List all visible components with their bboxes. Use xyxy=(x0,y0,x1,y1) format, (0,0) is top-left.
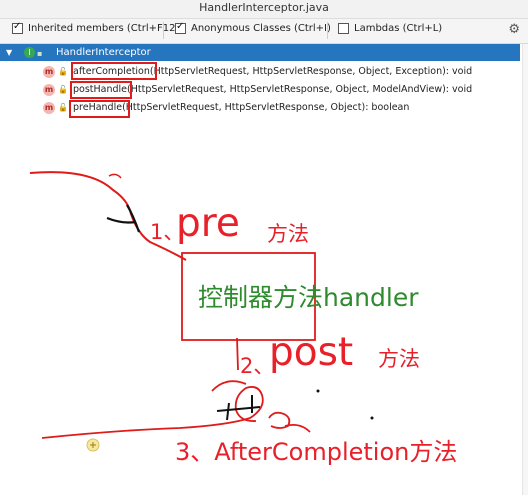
step2-suffix: 方法 xyxy=(378,347,420,371)
handwritten-strokes xyxy=(29,171,374,452)
step3-after-completion-label: 3、AfterCompletion方法 xyxy=(175,438,458,466)
step1-suffix: 方法 xyxy=(267,222,309,246)
controller-method-label: 控制器方法handler xyxy=(198,283,419,312)
vertical-scrollbar[interactable] xyxy=(522,44,528,495)
step1-pre-label: pre xyxy=(176,201,240,246)
step2-post-label: post xyxy=(269,330,354,375)
